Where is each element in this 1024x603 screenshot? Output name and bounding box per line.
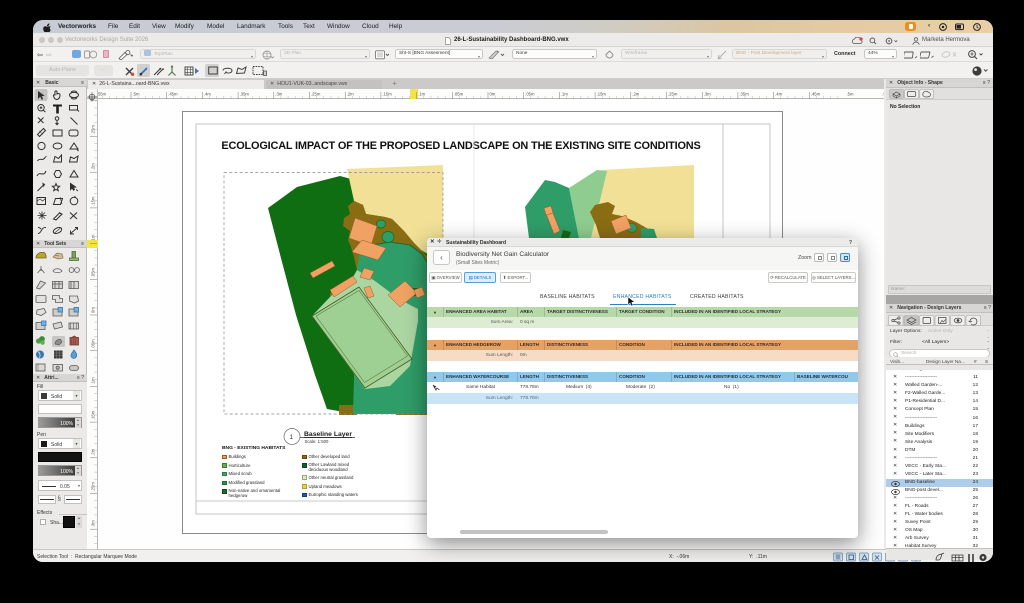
svg-text:.45m: .45m: [168, 92, 178, 97]
svg-text:.05m: .05m: [454, 92, 464, 97]
svg-text:.15m: .15m: [91, 196, 96, 206]
svg-text:.3m: .3m: [91, 520, 96, 527]
svg-text:.1m: .1m: [91, 234, 96, 241]
svg-text:.3m: .3m: [275, 92, 282, 97]
svg-text:.4m: .4m: [775, 92, 782, 97]
svg-text:0m: 0m: [91, 307, 96, 313]
svg-text:.25m: .25m: [91, 125, 96, 135]
svg-text:.05m: .05m: [91, 339, 96, 349]
svg-text:0m: 0m: [490, 92, 496, 97]
svg-text:.25m: .25m: [668, 92, 678, 97]
svg-text:.55m: .55m: [882, 92, 884, 97]
svg-text:.5m: .5m: [847, 92, 854, 97]
svg-text:.45m: .45m: [811, 92, 821, 97]
svg-text:.2m: .2m: [91, 163, 96, 170]
svg-text:.15m: .15m: [382, 92, 392, 97]
svg-text:Scale: 1:500: Scale: 1:500: [305, 439, 329, 444]
svg-text:.3m: .3m: [704, 92, 711, 97]
svg-text:.2m: .2m: [91, 448, 96, 455]
svg-text:.25m: .25m: [311, 92, 321, 97]
svg-text:1: 1: [290, 434, 294, 441]
svg-text:.35m: .35m: [240, 92, 250, 97]
svg-text:.2m: .2m: [347, 92, 354, 97]
svg-text:.55m: .55m: [97, 92, 107, 97]
svg-text:.1m: .1m: [561, 92, 568, 97]
svg-text:.05m: .05m: [91, 267, 96, 277]
svg-text:.35m: .35m: [739, 92, 749, 97]
svg-text:.2m: .2m: [632, 92, 639, 97]
svg-text:.1m: .1m: [418, 92, 425, 97]
svg-text:.05m: .05m: [525, 92, 535, 97]
svg-text:.15m: .15m: [597, 92, 607, 97]
svg-text:Baseline Layer: Baseline Layer: [304, 431, 352, 438]
svg-text:.25m: .25m: [91, 482, 96, 492]
svg-text:.15m: .15m: [91, 410, 96, 420]
svg-text:.4m: .4m: [204, 92, 211, 97]
svg-text:.1m: .1m: [91, 377, 96, 384]
svg-text:.5m: .5m: [133, 92, 140, 97]
